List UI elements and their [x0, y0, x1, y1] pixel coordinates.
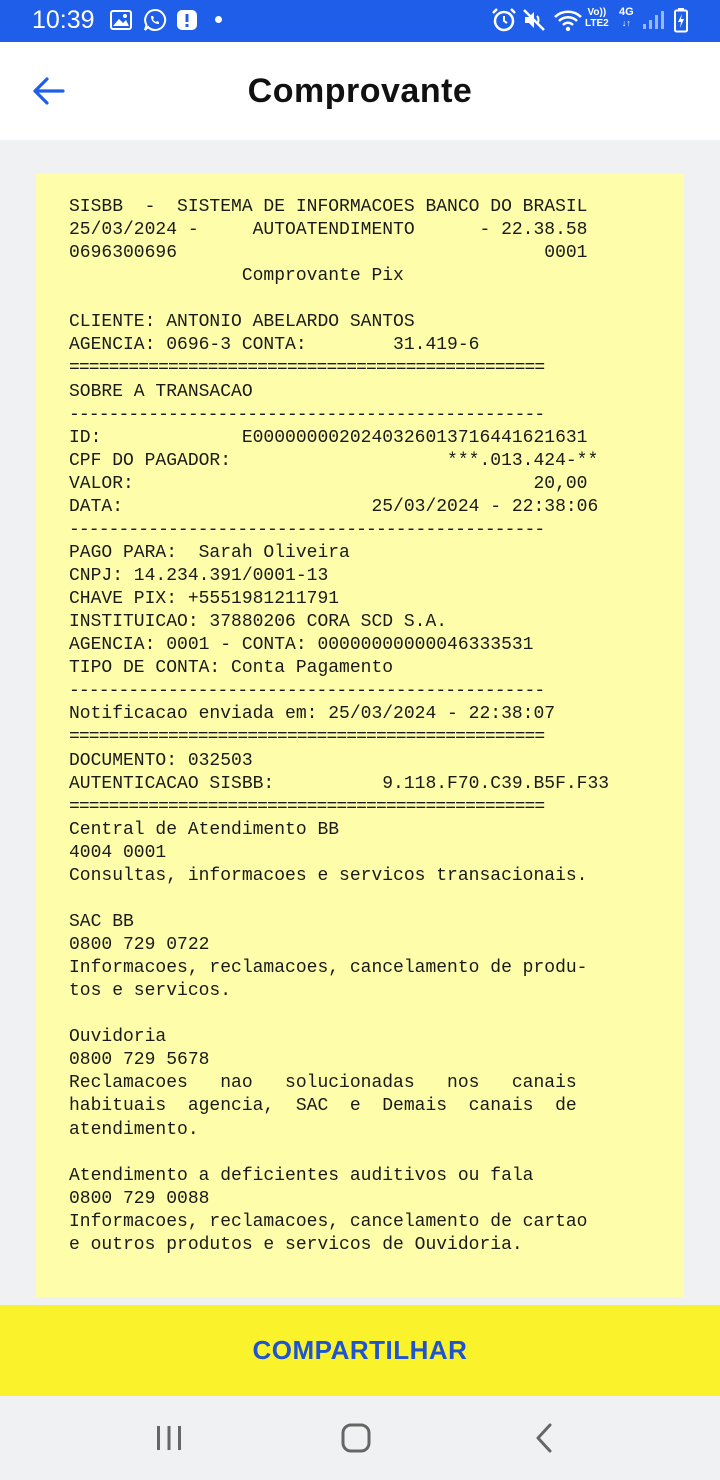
receipt-line: atendimento. — [69, 1119, 199, 1140]
signal-icon — [643, 11, 664, 29]
recents-button[interactable] — [139, 1416, 199, 1460]
status-time: 10:39 — [32, 6, 95, 34]
volte-indicator: Vo)) LTE2 — [585, 7, 609, 29]
receipt-line: 25/03/2024 - AUTOATENDIMENTO - 22.38.58 — [69, 220, 588, 241]
navigation-bar — [0, 1396, 720, 1480]
receipt-line — [69, 888, 647, 911]
recents-icon — [157, 1426, 181, 1450]
receipt-line: Reclamacoes nao solucionadas nos canais — [69, 1073, 577, 1094]
nav-back-icon — [536, 1423, 552, 1453]
receipt-line: CLIENTE: ANTONIO ABELARDO SANTOS — [69, 312, 415, 333]
notification-icon — [177, 10, 197, 30]
receipt-line: habituais agencia, SAC e Demais canais d… — [69, 1096, 577, 1117]
receipt-line: Central de Atendimento BB — [69, 819, 340, 840]
receipt-line — [69, 1142, 647, 1165]
receipt-line: Informacoes, reclamacoes, cancelamento d… — [69, 1211, 588, 1232]
receipt-line: PAGO PARA: Sarah Oliveira — [69, 542, 350, 563]
mute-icon — [523, 9, 545, 31]
receipt-line: 4004 0001 — [69, 842, 167, 863]
receipt-line: Consultas, informacoes e servicos transa… — [69, 865, 588, 886]
receipt-line: ----------------------------------------… — [69, 519, 545, 540]
receipt-line: 0800 729 5678 — [69, 1050, 210, 1071]
alarm-icon — [492, 8, 516, 32]
receipt-line: Informacoes, reclamacoes, cancelamento d… — [69, 958, 588, 979]
whatsapp-icon — [144, 8, 167, 31]
network-label: 4G — [619, 6, 634, 18]
receipt-line: 0800 729 0722 — [69, 935, 210, 955]
receipt-text: SISBB - SISTEMA DE INFORMACOES BANCO DO … — [69, 196, 647, 1257]
receipt-line: CHAVE PIX: +5551981211791 — [69, 589, 340, 610]
receipt-line — [69, 288, 647, 311]
volte-label: Vo)) — [587, 7, 607, 18]
receipt-line: DATA: 25/03/2024 - 22:38:06 — [69, 496, 599, 517]
share-button[interactable]: COMPARTILHAR — [0, 1305, 720, 1396]
receipt-line: SAC BB — [69, 911, 134, 932]
share-button-label: COMPARTILHAR — [252, 1335, 468, 1365]
receipt-line — [69, 1003, 647, 1026]
nav-back-button[interactable] — [514, 1416, 574, 1460]
home-icon — [341, 1423, 371, 1453]
more-notifications-dot — [215, 16, 222, 23]
receipt-line: 0696300696 0001 — [69, 243, 588, 264]
receipt-line: AGENCIA: 0001 - CONTA: 00000000000046333… — [69, 635, 534, 656]
receipt-line: 0800 729 0088 — [69, 1188, 210, 1209]
receipt-line: INSTITUICAO: 37880206 CORA SCD S.A. — [69, 612, 448, 633]
receipt-line: SOBRE A TRANSACAO — [69, 381, 253, 402]
receipt-line: ========================================… — [69, 796, 545, 817]
receipt-line: ========================================… — [69, 727, 545, 748]
receipt-line: DOCUMENTO: 032503 — [69, 750, 253, 771]
receipt-line: e outros produtos e servicos de Ouvidori… — [69, 1234, 523, 1255]
home-button[interactable] — [326, 1416, 386, 1460]
receipt-line: AUTENTICACAO SISBB: 9.118.F70.C39.B5F.F3… — [69, 773, 610, 794]
battery-charging-icon — [674, 8, 688, 33]
receipt-line: ========================================… — [69, 358, 545, 379]
status-bar: 10:39 Vo)) LTE2 4G ↓↑ — [0, 0, 720, 42]
receipt-line: ----------------------------------------… — [69, 681, 545, 702]
receipt-line: tos e servicos. — [69, 981, 232, 1002]
lte-label: LTE2 — [585, 18, 609, 29]
receipt-line: CNPJ: 14.234.391/0001-13 — [69, 566, 329, 586]
receipt-line: Comprovante Pix — [69, 266, 404, 287]
receipt-line: VALOR: 20,00 — [69, 473, 588, 494]
app-bar: Comprovante — [0, 42, 720, 140]
receipt-line: Atendimento a deficientes auditivos ou f… — [69, 1165, 534, 1186]
receipt-line: Ouvidoria — [69, 1027, 167, 1048]
receipt-line: TIPO DE CONTA: Conta Pagamento — [69, 658, 394, 679]
wifi-icon — [554, 10, 582, 32]
receipt-line: AGENCIA: 0696-3 CONTA: 31.419-6 — [69, 335, 480, 356]
receipt-line: CPF DO PAGADOR: ***.013.424-** — [69, 450, 599, 471]
receipt-line: ----------------------------------------… — [69, 404, 545, 425]
receipt-line: Notificacao enviada em: 25/03/2024 - 22:… — [69, 704, 556, 725]
gallery-icon — [110, 10, 132, 30]
receipt-line: SISBB - SISTEMA DE INFORMACOES BANCO DO … — [69, 197, 588, 217]
data-arrows: ↓↑ — [621, 18, 631, 28]
receipt: SISBB - SISTEMA DE INFORMACOES BANCO DO … — [36, 174, 684, 1297]
network-type: 4G ↓↑ — [619, 7, 634, 29]
page-title: Comprovante — [247, 72, 473, 110]
receipt-line: ID: E00000000202403260137164416216​31 — [69, 427, 588, 448]
